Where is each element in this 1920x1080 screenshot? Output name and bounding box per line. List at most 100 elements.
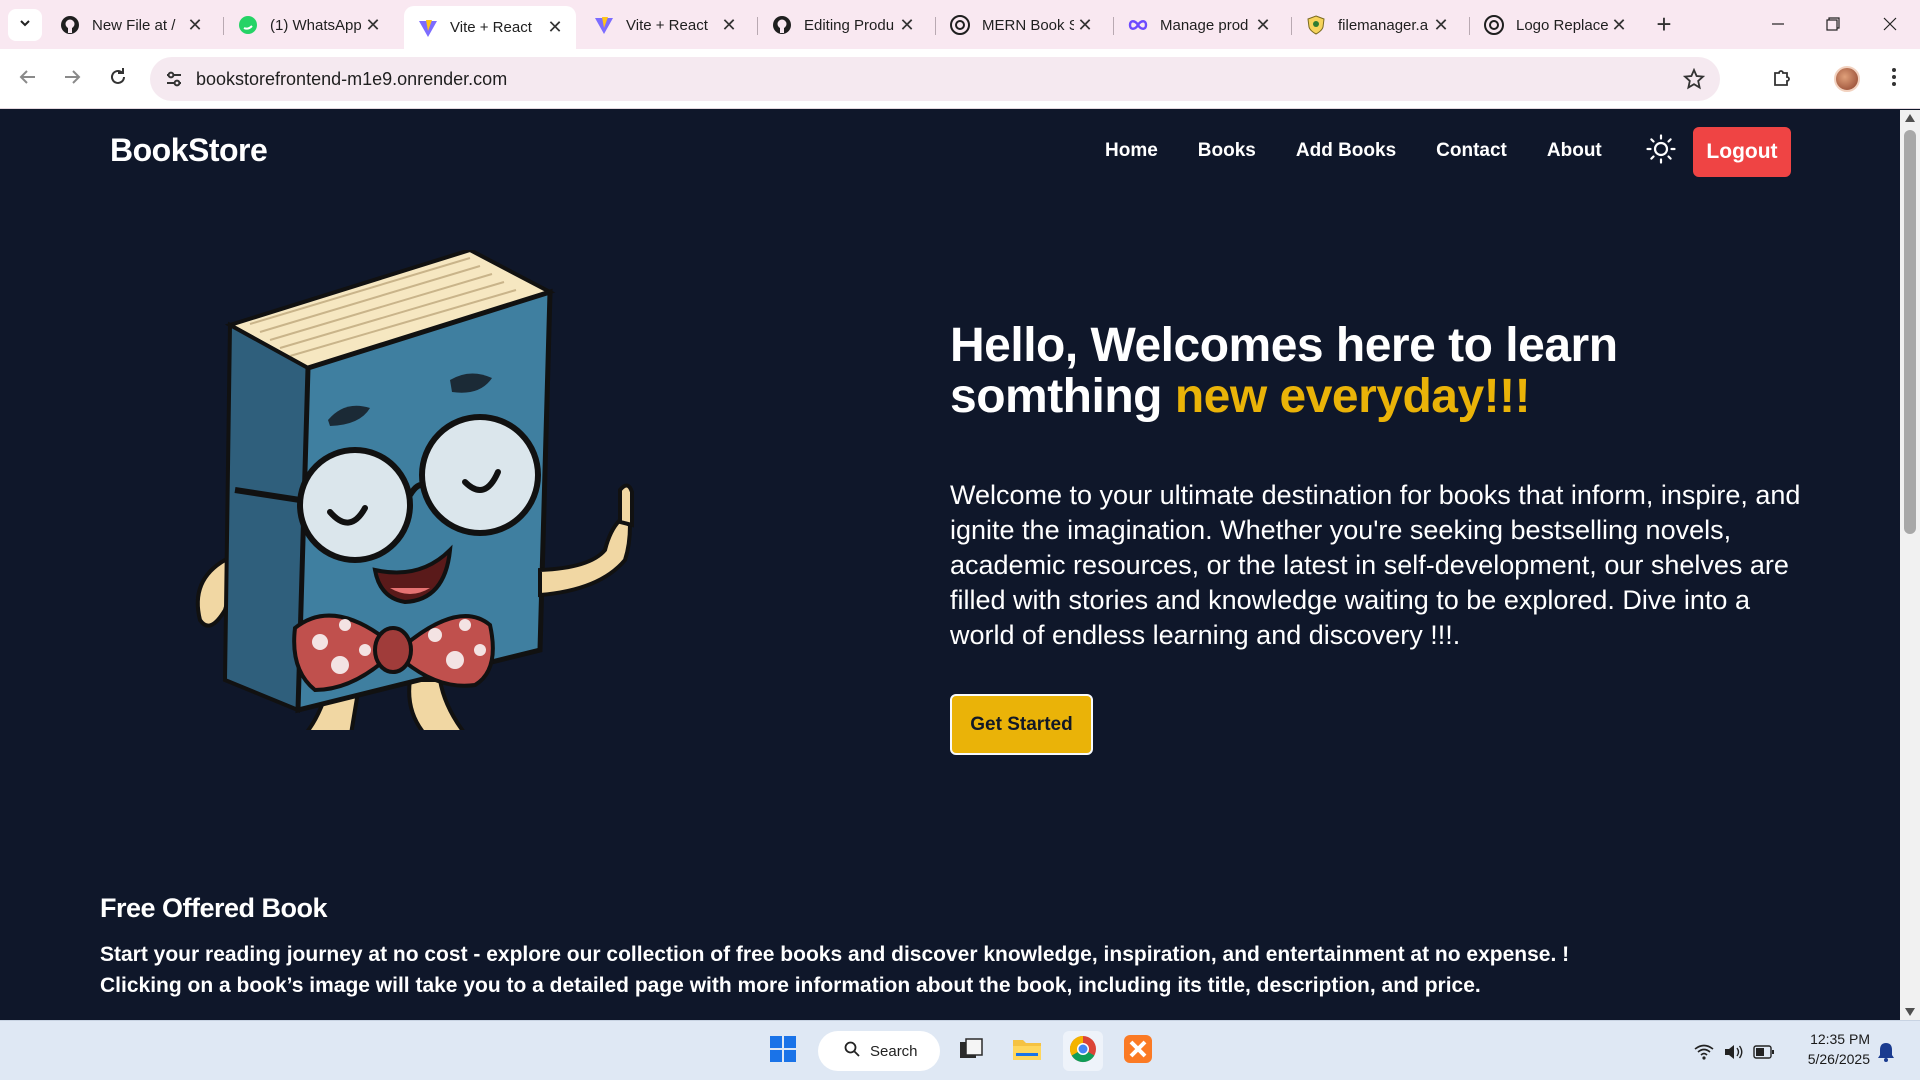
main-navigation: Home Books Add Books Contact About xyxy=(1105,140,1602,162)
windows-taskbar: Search 12:35 PM 5/26/2025 xyxy=(0,1020,1920,1080)
tab-title: Vite + React xyxy=(626,16,708,34)
tab-title: Logo Replace xyxy=(1516,16,1608,34)
close-icon[interactable]: ✕ xyxy=(1430,14,1452,36)
new-tab-button[interactable]: + xyxy=(1650,11,1678,39)
browser-tab[interactable]: Logo Replace ✕ xyxy=(1470,6,1640,44)
back-button[interactable] xyxy=(14,65,42,93)
nav-books[interactable]: Books xyxy=(1198,140,1256,162)
hero-title-line1: Hello, Welcomes here to learn xyxy=(950,319,1618,372)
infinity-icon xyxy=(1128,15,1148,35)
nav-about[interactable]: About xyxy=(1547,140,1602,162)
battery-icon[interactable] xyxy=(1752,1040,1776,1064)
close-icon[interactable]: ✕ xyxy=(184,14,206,36)
taskbar-file-explorer[interactable] xyxy=(1007,1031,1047,1071)
scroll-up-arrow-icon[interactable] xyxy=(1905,114,1915,122)
free-offered-line1: Start your reading journey at no cost - … xyxy=(100,943,1570,966)
taskbar-search-label: Search xyxy=(870,1042,918,1060)
chevron-down-icon xyxy=(18,16,32,35)
browser-tab[interactable]: (1) WhatsApp ✕ xyxy=(224,6,394,44)
nav-home[interactable]: Home xyxy=(1105,140,1158,162)
tab-title: Manage prod xyxy=(1160,16,1249,34)
taskbar-xampp[interactable] xyxy=(1118,1031,1158,1071)
page-scrollbar[interactable] xyxy=(1900,110,1920,1020)
task-view-button[interactable] xyxy=(951,1031,991,1071)
hero-title: Hello, Welcomes here to learn somthing n… xyxy=(950,320,1810,422)
start-button[interactable] xyxy=(763,1031,803,1071)
site-logo[interactable]: BookStore xyxy=(110,132,268,169)
vite-icon xyxy=(594,15,614,35)
get-started-button[interactable]: Get Started xyxy=(950,694,1093,755)
browser-tab-strip: New File at / ✕ (1) WhatsApp ✕ Vite + Re… xyxy=(0,0,1920,49)
browser-tab[interactable]: Editing Produ ✕ xyxy=(758,6,928,44)
free-offered-line2: Clicking on a book’s image will take you… xyxy=(100,974,1481,997)
logout-button[interactable]: Logout xyxy=(1693,127,1791,177)
url-text[interactable]: bookstorefrontend-m1e9.onrender.com xyxy=(196,69,507,90)
restore-button[interactable] xyxy=(1813,8,1853,40)
clock-time: 12:35 PM xyxy=(1810,1031,1870,1047)
close-icon[interactable]: ✕ xyxy=(1074,14,1096,36)
xampp-icon xyxy=(1123,1034,1153,1069)
book-mascot-illustration xyxy=(180,247,680,742)
hero-title-line2: somthing xyxy=(950,370,1175,423)
browser-tab-active[interactable]: Vite + React ✕ xyxy=(404,6,576,49)
free-offered-heading: Free Offered Book xyxy=(100,893,328,923)
task-view-icon xyxy=(958,1036,984,1067)
clock-date: 5/26/2025 xyxy=(1807,1051,1870,1067)
profile-button[interactable] xyxy=(1831,63,1863,95)
forward-button[interactable] xyxy=(58,65,86,93)
taskbar-chrome[interactable] xyxy=(1063,1031,1103,1071)
kebab-menu-icon xyxy=(1891,67,1897,92)
close-icon[interactable]: ✕ xyxy=(896,14,918,36)
taskbar-search[interactable]: Search xyxy=(818,1031,940,1071)
extensions-button[interactable] xyxy=(1766,63,1798,95)
tab-search-button[interactable] xyxy=(8,9,42,41)
free-offered-description: Start your reading journey at no cost - … xyxy=(100,939,1700,1001)
close-icon[interactable]: ✕ xyxy=(362,14,384,36)
nav-add-books[interactable]: Add Books xyxy=(1296,140,1396,162)
github-icon xyxy=(60,15,80,35)
tab-title: MERN Book S xyxy=(982,16,1074,34)
puzzle-icon xyxy=(1771,66,1793,93)
theme-toggle-button[interactable] xyxy=(1644,133,1678,168)
hero-title-accent: new everyday!!! xyxy=(1174,370,1531,423)
arrow-right-icon xyxy=(62,67,82,92)
browser-toolbar: bookstorefrontend-m1e9.onrender.com xyxy=(0,49,1920,109)
volume-icon[interactable] xyxy=(1722,1040,1746,1064)
minimize-button[interactable] xyxy=(1758,8,1798,40)
github-icon xyxy=(772,15,792,35)
browser-tab[interactable]: Vite + React ✕ xyxy=(580,6,750,44)
tab-title: (1) WhatsApp xyxy=(270,16,362,34)
tab-title: Editing Produ xyxy=(804,16,895,34)
close-icon[interactable]: ✕ xyxy=(1252,14,1274,36)
taskbar-clock[interactable]: 12:35 PM 5/26/2025 xyxy=(1790,1029,1870,1069)
bookmark-star-icon[interactable] xyxy=(1680,65,1708,93)
close-icon[interactable]: ✕ xyxy=(544,17,566,39)
nav-contact[interactable]: Contact xyxy=(1436,140,1507,162)
browser-tab[interactable]: filemanager.a ✕ xyxy=(1292,6,1462,44)
hero-description: Welcome to your ultimate destination for… xyxy=(950,480,1801,650)
close-window-button[interactable] xyxy=(1870,8,1910,40)
browser-tab[interactable]: Manage prod ✕ xyxy=(1114,6,1284,44)
notification-bell-icon[interactable] xyxy=(1874,1040,1898,1064)
browser-menu-button[interactable] xyxy=(1878,63,1910,95)
scroll-down-arrow-icon[interactable] xyxy=(1905,1008,1915,1016)
whatsapp-icon xyxy=(238,15,258,35)
chrome-icon xyxy=(1068,1034,1098,1069)
openai-icon xyxy=(950,15,970,35)
search-icon xyxy=(844,1041,860,1061)
tab-title: New File at / xyxy=(92,16,176,34)
windows-logo-icon xyxy=(769,1035,797,1068)
close-icon[interactable]: ✕ xyxy=(1608,14,1630,36)
reload-button[interactable] xyxy=(104,65,132,93)
avatar xyxy=(1834,66,1860,92)
shield-icon xyxy=(1306,15,1326,35)
address-bar[interactable]: bookstorefrontend-m1e9.onrender.com xyxy=(150,57,1720,101)
reload-icon xyxy=(108,67,128,92)
browser-tab[interactable]: MERN Book S ✕ xyxy=(936,6,1106,44)
vite-icon xyxy=(418,18,438,38)
browser-tab[interactable]: New File at / ✕ xyxy=(46,6,216,44)
wifi-icon[interactable] xyxy=(1692,1040,1716,1064)
site-info-icon[interactable] xyxy=(160,65,188,93)
scrollbar-thumb[interactable] xyxy=(1904,130,1916,534)
close-icon[interactable]: ✕ xyxy=(718,14,740,36)
